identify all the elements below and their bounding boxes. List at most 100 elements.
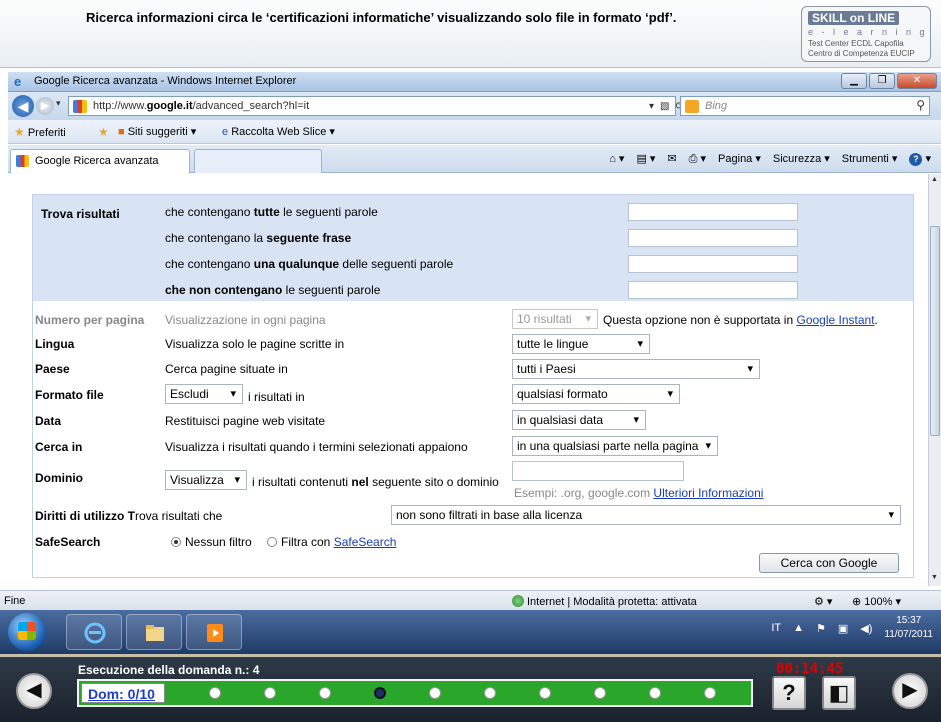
question-dot-8[interactable] xyxy=(594,687,606,699)
advanced-search-form: Trova risultati che contengano tutte le … xyxy=(32,194,914,578)
dom-counter[interactable]: Dom: 0/10 xyxy=(81,683,165,703)
scroll-down-icon[interactable]: ▼ xyxy=(931,574,938,581)
status-settings-icon[interactable]: ⚙ ▾ xyxy=(814,595,832,608)
address-dropdown-icon[interactable]: ▾ xyxy=(649,101,654,112)
language-indicator[interactable]: IT xyxy=(771,622,781,634)
logo-line-4: Centro di Competenza EUCIP xyxy=(808,49,915,58)
suggested-sites-button[interactable]: ■ Siti suggeriti ▾ xyxy=(118,125,196,138)
page-scrollbar[interactable]: ▲ ▼ xyxy=(928,174,941,586)
home-icon[interactable]: ⌂ ▾ xyxy=(609,152,624,166)
google-favicon xyxy=(73,100,87,113)
country-select[interactable]: tutti i Paesi xyxy=(512,359,760,379)
mail-icon[interactable]: ✉ xyxy=(667,152,676,166)
language-label: Lingua xyxy=(35,337,75,351)
per-page-label: Numero per pagina xyxy=(35,313,145,327)
radio-selected-icon[interactable] xyxy=(171,537,181,547)
date-select[interactable]: in qualsiasi data xyxy=(512,410,646,430)
compatibility-icon[interactable]: ▧ xyxy=(660,101,669,112)
taskbar-internet-explorer[interactable] xyxy=(66,614,122,650)
close-button[interactable]: ✕ xyxy=(897,73,937,89)
question-dot-9[interactable] xyxy=(649,687,661,699)
question-banner: Ricerca informazioni circa le ‘certifica… xyxy=(0,0,941,68)
exact-phrase-label: che contengano la seguente frase xyxy=(165,231,352,245)
help-button[interactable]: ? xyxy=(772,676,806,710)
page-menu[interactable]: Pagina ▾ xyxy=(718,152,761,166)
google-instant-link[interactable]: Google Instant xyxy=(796,313,874,327)
more-info-link[interactable]: Ulteriori Informazioni xyxy=(653,486,763,500)
search-in-select[interactable]: in una qualsiasi parte nella pagina xyxy=(512,436,718,456)
question-dot-7[interactable] xyxy=(539,687,551,699)
history-dropdown-icon[interactable]: ▾ xyxy=(56,98,61,109)
domain-input[interactable] xyxy=(512,461,684,481)
question-dot-4[interactable] xyxy=(374,687,386,699)
back-button[interactable]: ◀ xyxy=(12,95,34,117)
radio-icon[interactable] xyxy=(267,537,277,547)
search-provider-box[interactable]: Bing ⚲ xyxy=(680,96,930,116)
address-row: ◀ ▶ ▾ http://www.google.it/advanced_sear… xyxy=(8,92,941,120)
language-desc: Visualizza solo le pagine scritte in xyxy=(165,337,345,351)
question-dot-2[interactable] xyxy=(264,687,276,699)
exam-timer: 00:14:45 xyxy=(776,661,844,677)
maximize-button[interactable]: ❐ xyxy=(869,73,895,89)
tools-menu[interactable]: Strumenti ▾ xyxy=(842,152,898,166)
question-dot-3[interactable] xyxy=(319,687,331,699)
print-icon[interactable]: ⎙ ▾ xyxy=(689,152,706,166)
previous-question-button[interactable]: ◀ xyxy=(16,673,52,709)
taskbar-explorer[interactable] xyxy=(126,614,182,650)
domain-mode-select[interactable]: Visualizza xyxy=(165,470,247,490)
security-zone[interactable]: Internet | Modalità protetta: attivata xyxy=(512,595,697,608)
action-center-icon[interactable]: ⚑ xyxy=(816,622,826,635)
date-label: Data xyxy=(35,414,62,428)
browser-titlebar[interactable]: e Google Ricerca avanzata - Windows Inte… xyxy=(8,72,941,92)
safesearch-off-option[interactable]: Nessun filtro xyxy=(171,535,252,549)
start-button[interactable] xyxy=(8,613,46,651)
window-toggle-button[interactable]: ◧ xyxy=(822,676,856,710)
windows-logo-icon xyxy=(18,622,36,640)
feeds-icon[interactable]: ▤ ▾ xyxy=(636,152,655,166)
web-slice-gallery-button[interactable]: e Raccolta Web Slice ▾ xyxy=(222,125,335,138)
scroll-up-icon[interactable]: ▲ xyxy=(931,176,938,183)
safesearch-link[interactable]: SafeSearch xyxy=(334,535,397,549)
next-question-button[interactable]: ▶ xyxy=(892,673,928,709)
windows-taskbar: IT ▲ ⚑ ▣ ◀) 15:37 11/07/2011 xyxy=(0,610,941,654)
clock[interactable]: 15:37 11/07/2011 xyxy=(884,614,933,642)
favorites-button[interactable]: ★ Preferiti xyxy=(14,125,66,139)
volume-icon[interactable]: ◀) xyxy=(860,622,872,635)
file-format-mode-select[interactable]: Escludi xyxy=(165,384,243,404)
address-bar[interactable]: http://www.google.it/advanced_search?hl=… xyxy=(68,96,698,116)
tray-arrow-icon[interactable]: ▲ xyxy=(793,622,804,634)
bing-icon xyxy=(685,100,699,113)
network-icon[interactable]: ▣ xyxy=(838,622,848,635)
language-select[interactable]: tutte le lingue xyxy=(512,334,650,354)
help-icon[interactable]: ? ▾ xyxy=(909,152,931,166)
safety-menu[interactable]: Sicurezza ▾ xyxy=(773,152,830,166)
per-page-select[interactable]: 10 risultati xyxy=(512,309,598,329)
domain-label: Dominio xyxy=(35,471,83,485)
exact-phrase-input[interactable] xyxy=(628,229,798,247)
usage-rights-label: Diritti di utilizzo Trova risultati che xyxy=(35,509,223,523)
scroll-thumb[interactable] xyxy=(930,226,940,436)
taskbar-media[interactable] xyxy=(186,614,242,650)
none-words-label: che non contengano le seguenti parole xyxy=(165,283,381,297)
safesearch-on-option[interactable]: Filtra con SafeSearch xyxy=(267,535,396,549)
search-with-google-button[interactable]: Cerca con Google xyxy=(759,553,899,573)
none-words-input[interactable] xyxy=(628,281,798,299)
minimize-button[interactable]: ▁ xyxy=(841,73,867,89)
question-dot-1[interactable] xyxy=(209,687,221,699)
zoom-control[interactable]: ⊕ 100% ▾ xyxy=(852,595,901,608)
question-dot-6[interactable] xyxy=(484,687,496,699)
question-dot-5[interactable] xyxy=(429,687,441,699)
tab-google-ricerca-avanzata[interactable]: Google Ricerca avanzata xyxy=(10,149,190,173)
logo-title: SKILL on LINE xyxy=(808,11,900,25)
question-dot-10[interactable] xyxy=(704,687,716,699)
search-icon[interactable]: ⚲ xyxy=(916,98,925,112)
add-favorite-icon[interactable]: ★ xyxy=(98,125,109,139)
all-words-input[interactable] xyxy=(628,203,798,221)
forward-button[interactable]: ▶ xyxy=(36,97,54,115)
country-desc: Cerca pagine situate in xyxy=(165,362,288,376)
usage-rights-select[interactable]: non sono filtrati in base alla licenza xyxy=(391,505,901,525)
new-tab[interactable] xyxy=(194,149,322,173)
file-format-select[interactable]: qualsiasi formato xyxy=(512,384,680,404)
any-words-input[interactable] xyxy=(628,255,798,273)
per-page-desc: Visualizzazione in ogni pagina xyxy=(165,313,326,327)
